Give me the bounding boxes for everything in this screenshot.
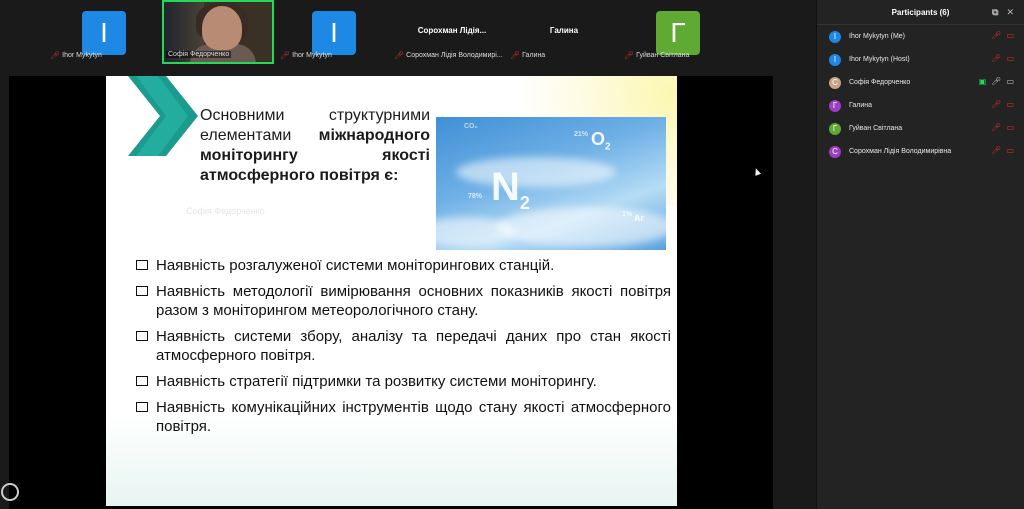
o2-label: O2 — [591, 129, 611, 153]
participant-tile[interactable]: Г 🎤︎ Гуйван Світлана — [622, 0, 734, 64]
list-item: Наявність розгалуженої системи моніторин… — [136, 256, 671, 275]
participant-name-label: Ihor Mykytyn — [62, 52, 102, 59]
mouse-cursor-icon — [752, 167, 762, 176]
participants-panel: Participants (6) ⧉ ✕ І Ihor Mykytyn (Me)… — [816, 0, 1024, 509]
mic-muted-icon: 🎤︎ — [280, 51, 291, 60]
avatar: С — [829, 76, 841, 89]
participant-name-label: Гуйван Світлана — [636, 52, 690, 59]
mic-muted-icon: 🎤︎ — [624, 51, 635, 60]
participant-name-label: Галина — [522, 52, 546, 59]
participant-name-label: Сорохман Лідія Володимирі... — [406, 52, 503, 59]
shared-screen[interactable]: Основними структурними елементами міжнар… — [1, 76, 773, 509]
pop-out-icon[interactable]: ⧉ — [992, 7, 998, 18]
participant-row[interactable]: Г Галина 🎤︎ ▭ — [817, 94, 1024, 117]
participant-row[interactable]: С Софія Федорченко ▣ 🎤︎ ▭ — [817, 71, 1024, 94]
participant-name: Галина — [849, 102, 873, 109]
participant-name: Гуйван Світлана — [849, 125, 903, 132]
participant-tile[interactable]: Сорохман Лідія... 🎤︎ Сорохман Лідія Волод… — [392, 0, 512, 64]
participant-tile[interactable]: Галина 🎤︎ Галина — [508, 0, 620, 64]
participant-name: Ihor Mykytyn (Host) — [849, 56, 910, 63]
checkbox-bullet-icon — [136, 331, 148, 341]
checkbox-bullet-icon — [136, 286, 148, 296]
participant-face — [202, 6, 242, 50]
avatar: Г — [829, 122, 841, 135]
mic-muted-icon: 🎤︎ — [50, 51, 61, 60]
sky-image: N2 O2 Ar CO₂ 78% 21% 1% — [436, 117, 666, 250]
panel-title: Participants (6) — [891, 7, 950, 17]
mic-muted-icon: 🎤︎ — [991, 146, 1002, 155]
participant-name: Софія Федорченко — [849, 79, 911, 86]
participant-name-center: Галина — [549, 26, 579, 35]
avatar: С — [829, 145, 841, 158]
mic-icon: 🎤︎ — [991, 77, 1002, 86]
list-item: Наявність системи збору, аналізу та пере… — [136, 327, 671, 365]
list-item: Наявність стратегії підтримки та розвитк… — [136, 372, 671, 391]
close-icon[interactable]: ✕ — [1006, 7, 1014, 18]
list-item: Наявність комунікаційних інструментів що… — [136, 398, 671, 436]
mic-muted-icon: 🎤︎ — [991, 123, 1002, 132]
avatar: Г — [656, 11, 700, 55]
avatar: І — [312, 11, 356, 55]
watermark: Софія Федорченко — [186, 206, 265, 216]
chevron-arrow-icon — [128, 76, 198, 156]
video-off-icon: ▭ — [1006, 146, 1014, 155]
mic-muted-icon: 🎤︎ — [510, 51, 521, 60]
mic-muted-icon: 🎤︎ — [991, 31, 1002, 40]
mic-muted-icon: 🎤︎ — [991, 54, 1002, 63]
video-off-icon: ▭ — [1006, 54, 1014, 63]
slide-title: Основними структурними елементами міжнар… — [200, 107, 430, 184]
video-off-icon: ▭ — [1006, 123, 1014, 132]
shared-screen-icon: ▣ — [978, 77, 987, 86]
n2-label: N2 — [491, 165, 530, 213]
mic-muted-icon: 🎤︎ — [394, 51, 405, 60]
zoom-circle-icon[interactable] — [1, 483, 19, 501]
video-off-icon: ▭ — [1006, 31, 1014, 40]
avatar: Г — [829, 99, 841, 112]
video-gallery: І 🎤︎ Ihor Mykytyn Софія Федорченко І 🎤︎ Ih… — [0, 0, 816, 72]
list-item: Наявність методології вимірювання основн… — [136, 282, 671, 320]
checkbox-bullet-icon — [136, 260, 148, 270]
participant-tile[interactable]: І 🎤︎ Ihor Mykytyn — [278, 0, 390, 64]
participant-row[interactable]: І Ihor Mykytyn (Host) 🎤︎ ▭ — [817, 48, 1024, 71]
avatar: І — [829, 53, 841, 66]
participant-video-tile[interactable]: Софія Федорченко — [162, 0, 274, 64]
avatar: І — [829, 30, 841, 43]
participant-name: Сорохман Лідія Володимирівна — [849, 148, 952, 155]
mic-muted-icon: 🎤︎ — [991, 100, 1002, 109]
participant-row[interactable]: І Ihor Mykytyn (Me) 🎤︎ ▭ — [817, 25, 1024, 48]
participant-tile[interactable]: І 🎤︎ Ihor Mykytyn — [48, 0, 160, 64]
avatar: І — [82, 11, 126, 55]
video-off-icon: ▭ — [1006, 100, 1014, 109]
participant-row[interactable]: Г Гуйван Світлана 🎤︎ ▭ — [817, 117, 1024, 140]
participant-row[interactable]: С Сорохман Лідія Володимирівна 🎤︎ ▭ — [817, 140, 1024, 163]
bullet-list: Наявність розгалуженої системи моніторин… — [136, 256, 671, 443]
participant-name-label: Софія Федорченко — [168, 51, 230, 58]
video-icon: ▭ — [1006, 77, 1014, 86]
participant-name: Ihor Mykytyn (Me) — [849, 33, 906, 40]
participant-name-center: Сорохман Лідія... — [417, 26, 487, 35]
participant-name-label: Ihor Mykytyn — [292, 52, 332, 59]
checkbox-bullet-icon — [136, 376, 148, 386]
presentation-slide: Основними структурними елементами міжнар… — [106, 76, 677, 506]
checkbox-bullet-icon — [136, 402, 148, 412]
